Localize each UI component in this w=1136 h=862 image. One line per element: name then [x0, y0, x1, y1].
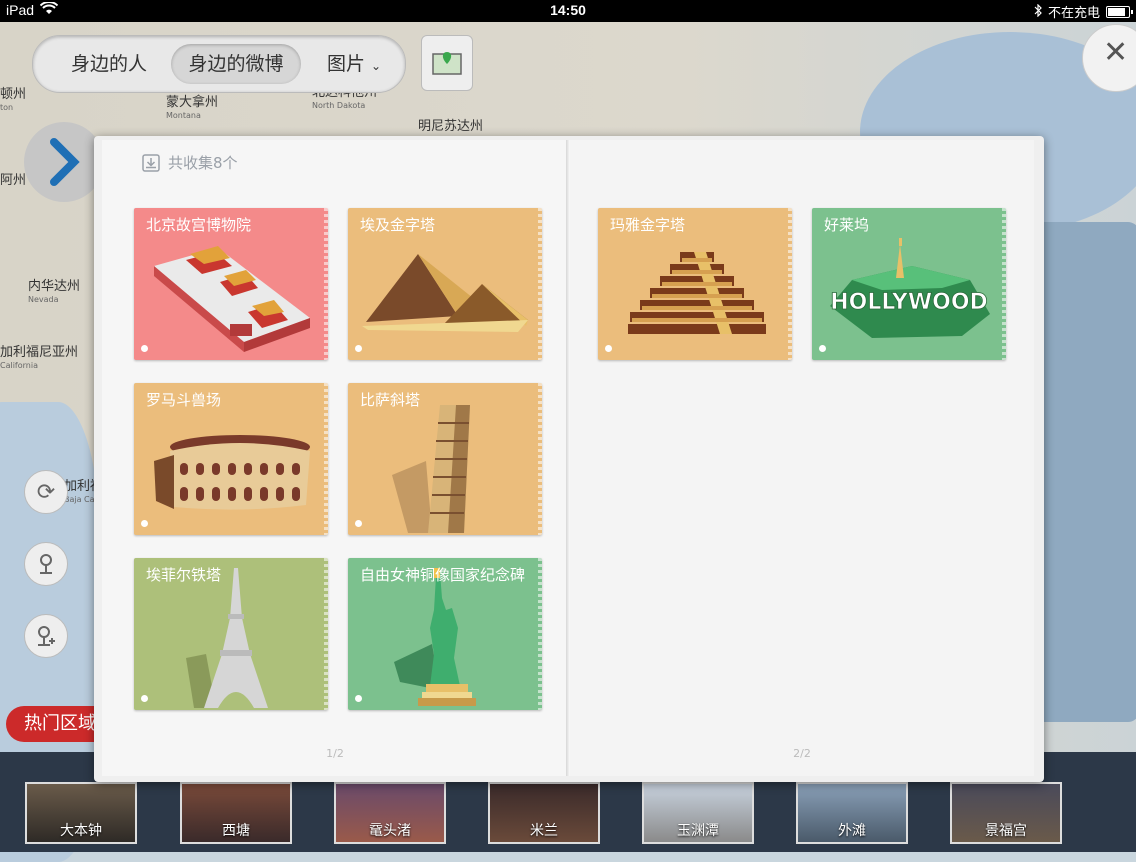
thumb-item[interactable]: 米兰	[488, 782, 600, 844]
thumb-caption: 米兰	[530, 823, 558, 839]
tab-nearby-weibo[interactable]: 身边的微博	[171, 44, 301, 84]
refresh-button[interactable]: ⟳	[24, 470, 68, 514]
tab-nearby-people[interactable]: 身边的人	[55, 44, 163, 84]
card-dot	[141, 520, 148, 527]
hollywood-sign-text: HOLLYWOOD	[830, 290, 988, 315]
card-dot	[819, 345, 826, 352]
card-hollywood[interactable]: 好莱坞 HOLLYWOOD	[812, 208, 1006, 360]
battery-icon	[1106, 5, 1133, 18]
chevron-down-icon: ⌄	[371, 59, 382, 73]
thumb-caption: 外滩	[838, 823, 866, 839]
thumb-caption: 景福宫	[985, 823, 1027, 839]
thumb-item[interactable]: 鼋头渚	[334, 782, 446, 844]
thumb-item[interactable]: 西塘	[180, 782, 292, 844]
collection-count-text: 共收集8个	[168, 154, 238, 172]
add-person-icon	[38, 626, 55, 646]
card-title: 好莱坞	[824, 216, 870, 234]
thumb-caption: 玉渊潭	[677, 823, 719, 839]
card-colosseum[interactable]: 罗马斗兽场	[134, 383, 328, 535]
card-egypt-pyramids[interactable]: 埃及金字塔	[348, 208, 542, 360]
page-number-left: 1/2	[326, 747, 344, 760]
tab-photos[interactable]: 图片 ⌄	[319, 44, 389, 84]
card-title: 比萨斜塔	[360, 391, 421, 409]
map-label: 加利福尼亚州 California	[0, 345, 79, 370]
card-pisa-tower[interactable]: 比萨斜塔	[348, 383, 542, 535]
thumb-item[interactable]: 玉渊潭	[642, 782, 754, 844]
refresh-icon: ⟳	[36, 479, 56, 505]
tab-photos-label: 图片	[326, 53, 365, 75]
card-dot	[141, 345, 148, 352]
card-dot	[141, 695, 148, 702]
map-label: 内华达州 Nevada	[28, 279, 81, 304]
expand-panel-button[interactable]	[24, 122, 104, 202]
card-title: 玛雅金字塔	[610, 216, 686, 234]
card-dot	[355, 520, 362, 527]
thumb-item[interactable]: 大本钟	[25, 782, 137, 844]
chevron-right-icon	[50, 138, 80, 186]
charging-status: 不在充电	[1047, 5, 1100, 20]
card-title: 埃及金字塔	[360, 216, 436, 234]
status-bar: iPad 14:50 不在充电	[0, 0, 1136, 22]
collection-book: 共收集8个 北京故宫博物院 埃及金字塔 罗马斗兽场 比萨斜塔 埃菲尔铁塔 自由女…	[94, 136, 1044, 782]
person-pin-icon	[40, 554, 52, 574]
collection-count: 共收集8个	[142, 152, 238, 173]
thumb-caption: 大本钟	[60, 823, 102, 839]
close-icon: ✕	[1103, 35, 1129, 70]
clock: 14:50	[550, 2, 586, 18]
download-icon	[142, 153, 160, 172]
map-label: 明尼苏达州	[418, 119, 484, 134]
thumb-caption: 鼋头渚	[369, 823, 411, 839]
card-dot	[355, 695, 362, 702]
map-button[interactable]	[421, 35, 473, 91]
bluetooth-icon	[1034, 3, 1042, 20]
add-location-button[interactable]	[24, 614, 68, 658]
card-dot	[605, 345, 612, 352]
card-title: 自由女神铜像国家纪念碑	[360, 566, 526, 584]
map-label: 蒙大拿州 Montana	[166, 95, 219, 120]
card-statue-of-liberty[interactable]: 自由女神铜像国家纪念碑	[348, 558, 542, 710]
book-page-left: 共收集8个 北京故宫博物院 埃及金字塔 罗马斗兽场 比萨斜塔 埃菲尔铁塔 自由女…	[102, 140, 568, 776]
card-title: 北京故宫博物院	[146, 216, 252, 234]
view-segmented-control[interactable]: 身边的人 身边的微博 图片 ⌄	[32, 35, 406, 93]
map-label: 顿州 ton	[0, 87, 27, 112]
book-page-right: 玛雅金字塔 好莱坞 HOLLYWOOD 2/2	[570, 140, 1034, 776]
locate-button[interactable]	[24, 542, 68, 586]
card-maya-pyramid[interactable]: 玛雅金字塔	[598, 208, 792, 360]
map-icon	[432, 52, 462, 75]
page-number-right: 2/2	[793, 747, 811, 760]
card-eiffel-tower[interactable]: 埃菲尔铁塔	[134, 558, 328, 710]
map-label: 阿州	[0, 173, 27, 188]
card-title: 埃菲尔铁塔	[146, 566, 222, 584]
card-title: 罗马斗兽场	[146, 391, 222, 409]
thumb-item[interactable]: 外滩	[796, 782, 908, 844]
thumb-item[interactable]: 景福宫	[950, 782, 1062, 844]
card-dot	[355, 345, 362, 352]
thumb-caption: 西塘	[222, 823, 250, 839]
card-forbidden-city[interactable]: 北京故宫博物院	[134, 208, 328, 360]
